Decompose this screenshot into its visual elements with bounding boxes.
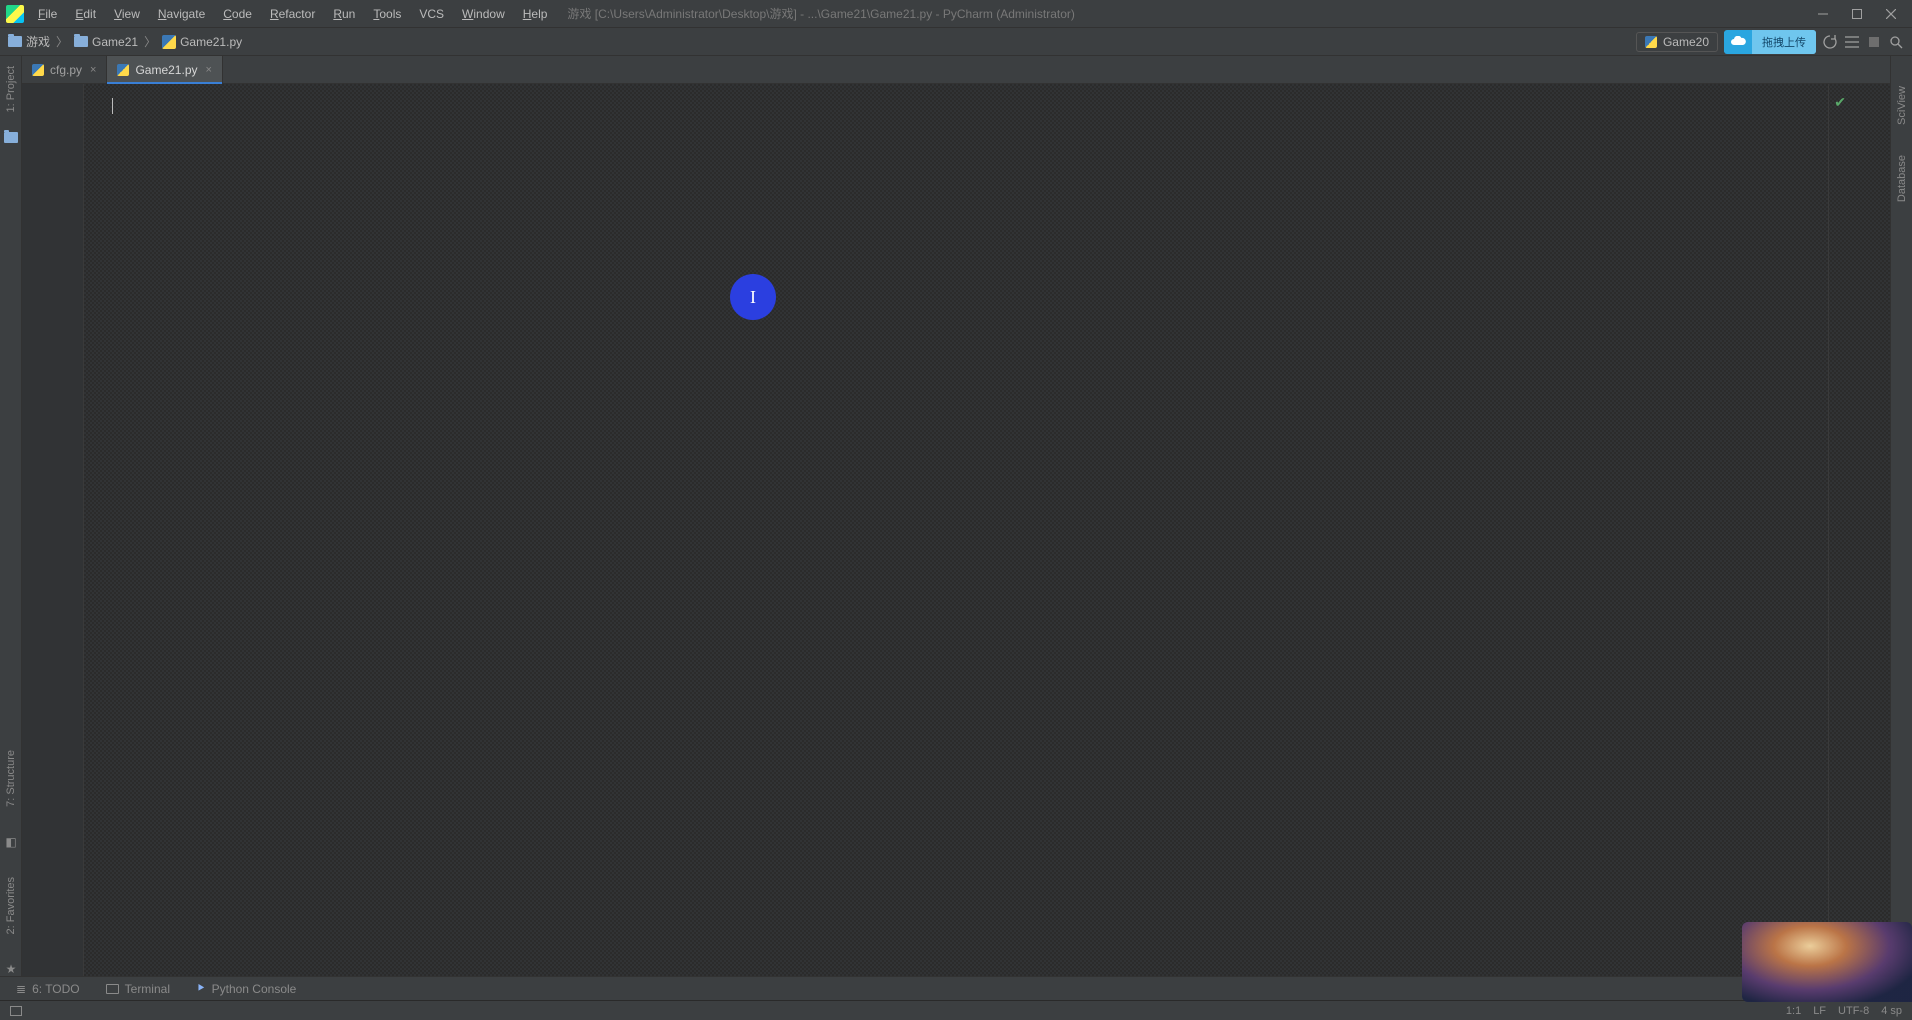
project-tool-button[interactable]: 1: Project	[5, 60, 17, 118]
cloud-upload-icon	[1724, 32, 1752, 52]
menu-vcs[interactable]: VCS	[411, 3, 452, 25]
menu-tools-label: ools	[379, 7, 401, 21]
menu-run[interactable]: Run	[325, 3, 363, 25]
editor-tab-game21[interactable]: Game21.py ×	[107, 56, 222, 83]
pycharm-icon	[6, 5, 24, 23]
navigation-bar: 游戏 〉 Game21 〉 Game21.py Game20 拖拽上传	[0, 28, 1912, 56]
editor-tab-bar: cfg.py × Game21.py ×	[22, 56, 1890, 84]
left-tool-strip-bottom: 7: Structure ◧ 2: Favorites ★	[0, 744, 22, 976]
editor-tab-label: Game21.py	[135, 63, 197, 77]
menu-view-label: iew	[122, 7, 140, 21]
folder-icon[interactable]	[4, 132, 18, 143]
close-tab-icon[interactable]: ×	[90, 64, 96, 76]
status-bar-right: 1:1 LF UTF-8 4 sp	[1786, 1005, 1902, 1017]
main-area: 1: Project cfg.py × Game21.py × I ✔	[0, 56, 1912, 976]
menu-navigate-label: avigate	[167, 7, 206, 21]
python-file-icon	[162, 35, 176, 49]
breadcrumb-root[interactable]: 游戏	[8, 33, 50, 50]
editor-tab-label: cfg.py	[50, 63, 82, 77]
title-bar: File Edit View Navigate Code Refactor Ru…	[0, 0, 1912, 28]
menu-tools[interactable]: Tools	[365, 3, 409, 25]
close-button[interactable]	[1874, 2, 1908, 26]
menu-window[interactable]: Window	[454, 3, 513, 25]
menu-view[interactable]: View	[106, 3, 148, 25]
search-everywhere-icon[interactable]	[1888, 34, 1904, 50]
breadcrumb-folder[interactable]: Game21	[74, 35, 138, 49]
run-config-label: Game20	[1663, 35, 1709, 49]
click-indicator: I	[730, 274, 776, 320]
bottom-tool-bar: ≣ 6: TODO Terminal ⯈ Python Console	[0, 976, 1912, 1000]
menu-code[interactable]: Code	[215, 3, 260, 25]
tool-window-toggle-icon[interactable]	[10, 1006, 22, 1016]
terminal-tool-button[interactable]: Terminal	[100, 980, 176, 998]
window-title: 游戏 [C:\Users\Administrator\Desktop\游戏] -…	[567, 5, 1074, 22]
menu-navigate[interactable]: Navigate	[150, 3, 213, 25]
nav-toolbar-right: Game20 拖拽上传	[1636, 30, 1904, 54]
list-icon: ≣	[16, 982, 26, 996]
todo-label: 6: TODO	[32, 982, 80, 996]
status-bar: 1:1 LF UTF-8 4 sp	[0, 1000, 1912, 1020]
toolbar-list-icon[interactable]	[1844, 34, 1860, 50]
todo-tool-button[interactable]: ≣ 6: TODO	[10, 980, 86, 998]
indent-setting[interactable]: 4 sp	[1881, 1005, 1902, 1017]
update-button[interactable]	[1822, 34, 1838, 50]
inspection-ok-icon[interactable]: ✔	[1834, 94, 1846, 111]
editor-right-gutter	[1828, 84, 1890, 976]
menu-refactor-label: efactor	[279, 7, 316, 21]
python-icon: ⯈	[196, 981, 206, 996]
upload-button-label: 拖拽上传	[1752, 30, 1816, 54]
breadcrumb-folder-label: Game21	[92, 35, 138, 49]
file-encoding[interactable]: UTF-8	[1838, 1005, 1869, 1017]
editor-body[interactable]: I ✔	[22, 84, 1890, 976]
star-icon[interactable]: ★	[6, 962, 17, 976]
menu-file[interactable]: File	[30, 3, 65, 25]
minimize-button[interactable]	[1806, 2, 1840, 26]
run-configuration-selector[interactable]: Game20	[1636, 32, 1718, 52]
menu-help-label: elp	[531, 7, 547, 21]
python-file-icon	[117, 64, 129, 76]
editor-column: cfg.py × Game21.py × I ✔	[22, 56, 1890, 976]
toolbar-stop-icon[interactable]	[1866, 34, 1882, 50]
structure-tool-button[interactable]: 7: Structure	[5, 744, 17, 813]
folder-icon	[74, 36, 88, 47]
game-character-overlay	[1742, 922, 1912, 1002]
menu-edit-label: dit	[83, 7, 96, 21]
editor-gutter	[22, 84, 84, 976]
favorites-tool-button[interactable]: 2: Favorites	[5, 871, 17, 940]
database-tool-button[interactable]: Database	[1896, 149, 1908, 208]
menu-file-label: ile	[45, 7, 57, 21]
python-console-tool-button[interactable]: ⯈ Python Console	[190, 979, 302, 998]
line-separator[interactable]: LF	[1813, 1005, 1826, 1017]
python-console-label: Python Console	[212, 982, 297, 996]
text-cursor	[112, 98, 113, 114]
breadcrumb-file-label: Game21.py	[180, 35, 242, 49]
menu-refactor[interactable]: Refactor	[262, 3, 323, 25]
breadcrumb: 游戏 〉 Game21 〉 Game21.py	[8, 33, 242, 50]
menu-code-label: ode	[232, 7, 252, 21]
structure-icon[interactable]: ◧	[5, 835, 16, 849]
right-tool-strip: SciView Database	[1890, 56, 1912, 976]
breadcrumb-separator-icon: 〉	[56, 33, 68, 50]
maximize-button[interactable]	[1840, 2, 1874, 26]
caret-position[interactable]: 1:1	[1786, 1005, 1801, 1017]
menu-run-label: un	[342, 7, 355, 21]
folder-icon	[8, 36, 22, 47]
breadcrumb-file[interactable]: Game21.py	[162, 35, 242, 49]
python-file-icon	[32, 64, 44, 76]
breadcrumb-root-label: 游戏	[26, 33, 50, 50]
menu-bar: File Edit View Navigate Code Refactor Ru…	[30, 3, 555, 25]
drag-upload-button[interactable]: 拖拽上传	[1724, 30, 1816, 54]
close-tab-icon[interactable]: ×	[206, 64, 212, 76]
menu-window-label: indow	[473, 7, 504, 21]
editor-tab-cfg[interactable]: cfg.py ×	[22, 56, 107, 83]
sciview-tool-button[interactable]: SciView	[1896, 80, 1908, 131]
breadcrumb-separator-icon: 〉	[144, 33, 156, 50]
terminal-label: Terminal	[125, 982, 170, 996]
menu-help[interactable]: Help	[515, 3, 556, 25]
window-controls	[1806, 2, 1908, 26]
terminal-icon	[106, 984, 119, 994]
menu-edit[interactable]: Edit	[67, 3, 104, 25]
python-file-icon	[1645, 36, 1657, 48]
